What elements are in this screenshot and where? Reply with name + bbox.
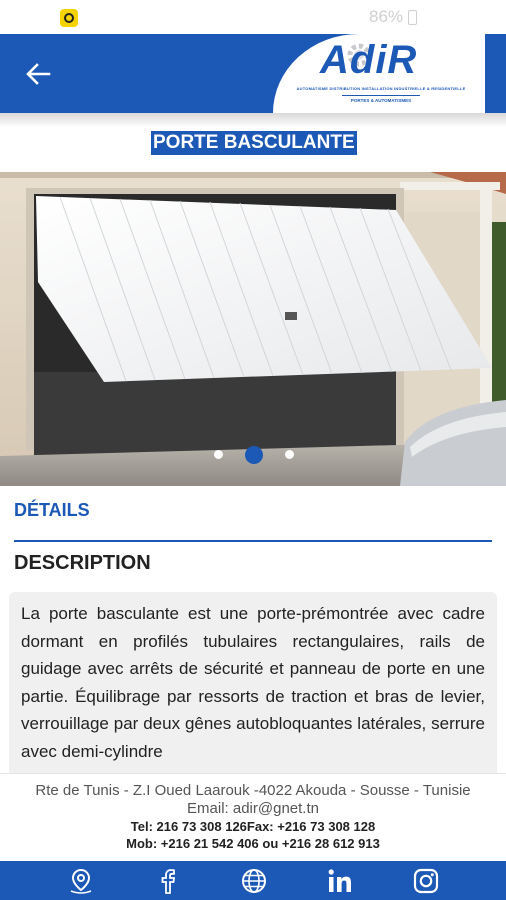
footer-email[interactable]: Email: adir@gnet.tn bbox=[0, 800, 506, 818]
facebook-icon[interactable] bbox=[154, 867, 182, 895]
globe-icon[interactable] bbox=[240, 867, 268, 895]
description-box[interactable]: La porte basculante est une porte-prémon… bbox=[9, 592, 497, 782]
header-shadow bbox=[0, 113, 506, 127]
battery-percentage: 86% bbox=[369, 7, 404, 26]
arrow-left-icon bbox=[26, 63, 51, 85]
bottom-nav bbox=[0, 861, 506, 900]
notification-app-icon bbox=[60, 9, 78, 27]
logo-tagline: AUTOMATISME DISTRIBUTION INSTALLATION IN… bbox=[296, 86, 466, 91]
back-button[interactable] bbox=[20, 56, 56, 92]
carousel-dot-3[interactable] bbox=[285, 450, 294, 459]
instagram-icon[interactable] bbox=[412, 867, 440, 895]
linkedin-icon[interactable] bbox=[326, 867, 354, 895]
description-heading: DESCRIPTION bbox=[14, 552, 151, 574]
contact-footer: Rte de Tunis - Z.I Oued Laarouk -4022 Ak… bbox=[0, 773, 506, 861]
carousel-dot-2-active[interactable] bbox=[245, 446, 263, 464]
tab-underline bbox=[14, 540, 492, 542]
battery-charging-icon bbox=[408, 10, 417, 25]
footer-tel-fax[interactable]: Tel: 216 73 308 126Fax: +216 73 308 128 bbox=[0, 818, 506, 835]
app-screen: 86% AdiR AUTOMATISME DISTRIBUTION INSTAL… bbox=[0, 0, 506, 900]
location-pin-icon[interactable] bbox=[67, 867, 95, 895]
footer-address: Rte de Tunis - Z.I Oued Laarouk -4022 Ak… bbox=[35, 782, 471, 799]
description-text: La porte basculante est une porte-prémon… bbox=[21, 604, 485, 761]
logo-subtitle: PORTES & AUTOMATISMES bbox=[286, 95, 476, 103]
garage-door-image bbox=[0, 172, 506, 486]
carousel-dot-1[interactable] bbox=[214, 450, 223, 459]
logo-wordmark: AdiR bbox=[320, 38, 418, 82]
app-header: AdiR AUTOMATISME DISTRIBUTION INSTALLATI… bbox=[0, 34, 506, 113]
page-title: PORTE BASCULANTE bbox=[151, 131, 357, 155]
product-image-carousel[interactable] bbox=[0, 172, 506, 486]
footer-mobile[interactable]: Mob: +216 21 542 406 ou +216 28 612 913 bbox=[0, 835, 506, 852]
tab-details[interactable]: DÉTAILS bbox=[14, 500, 90, 521]
status-bar: 86% bbox=[0, 0, 506, 34]
